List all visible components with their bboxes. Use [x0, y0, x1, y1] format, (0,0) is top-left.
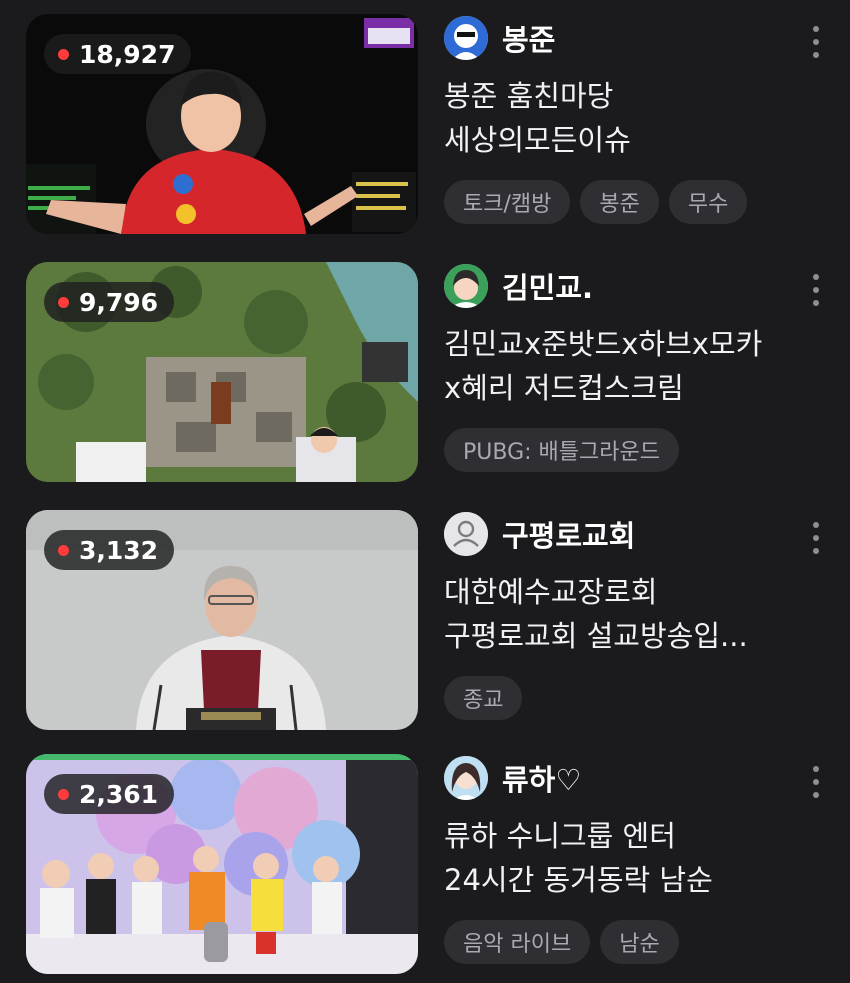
stream-meta: 봉준 봉준 훔친마당 세상의모든이슈 토크/캠방 봉준 무수 — [444, 12, 804, 224]
viewer-count-badge: 18,927 — [44, 34, 192, 74]
channel-row[interactable]: 봉준 — [444, 12, 804, 64]
viewer-count-badge: 9,796 — [44, 282, 175, 322]
avatar[interactable] — [444, 264, 488, 308]
category-tag[interactable]: 무수 — [668, 180, 748, 224]
live-dot-icon — [58, 544, 69, 556]
channel-row[interactable]: 구평로교회 — [444, 508, 804, 560]
tag-list: 토크/캠방 봉준 무수 — [444, 180, 804, 224]
tag-list: 종교 — [444, 676, 804, 720]
tag-list: PUBG: 배틀그라운드 — [444, 428, 804, 472]
stream-title-line: 대한예수교장로회 — [444, 575, 658, 609]
live-stream-list: 18,927 봉준 봉준 훔친마당 세상의모든이슈 토크/캠방 봉준 무수 9,… — [0, 0, 850, 983]
channel-name[interactable]: 구평로교회 — [502, 513, 635, 555]
viewer-count: 2,361 — [79, 779, 159, 809]
viewer-count: 3,132 — [79, 535, 159, 565]
category-tag[interactable]: 음악 라이브 — [444, 920, 591, 964]
stream-title-line: 김민교x준밧드x하브x모카 — [444, 327, 763, 361]
viewer-count-badge: 3,132 — [44, 530, 175, 570]
avatar[interactable] — [444, 16, 488, 60]
channel-name[interactable]: 봉준 — [502, 17, 555, 59]
stream-title-line: 봉준 훔친마당 — [444, 79, 614, 113]
stream-title[interactable]: 류하 수니그룹 엔터 24시간 동거동락 남순 — [444, 814, 794, 902]
stream-card[interactable]: 3,132 구평로교회 대한예수교장로회 구평로교회 설교방송입... 종교 — [0, 508, 850, 733]
stream-title-line: 세상의모든이슈 — [444, 123, 631, 157]
avatar[interactable] — [444, 756, 488, 800]
more-vertical-icon[interactable] — [806, 518, 826, 558]
stream-title-line: 류하 수니그룹 엔터 — [444, 819, 676, 853]
stream-title[interactable]: 봉준 훔친마당 세상의모든이슈 — [444, 74, 794, 162]
stream-title-line: 24시간 동거동락 남순 — [444, 863, 713, 897]
stream-thumbnail[interactable]: 18,927 — [26, 14, 418, 234]
stream-title-line: x혜리 저드컵스크림 — [444, 371, 684, 405]
stream-title-line: 구평로교회 설교방송입... — [444, 619, 748, 653]
stream-thumbnail[interactable]: 9,796 — [26, 262, 418, 482]
stream-card[interactable]: 18,927 봉준 봉준 훔친마당 세상의모든이슈 토크/캠방 봉준 무수 — [0, 12, 850, 237]
avatar-image — [444, 264, 488, 308]
stream-meta: 류하♡ 류하 수니그룹 엔터 24시간 동거동락 남순 음악 라이브 남순 — [444, 752, 804, 964]
category-tag[interactable]: 토크/캠방 — [444, 180, 571, 224]
category-tag[interactable]: 남순 — [600, 920, 679, 964]
channel-row[interactable]: 류하♡ — [444, 752, 804, 804]
stream-card[interactable]: 2,361 류하♡ 류하 수니그룹 엔터 24시간 동거동락 남순 음악 라이브… — [0, 752, 850, 977]
more-vertical-icon[interactable] — [806, 22, 826, 62]
category-tag[interactable]: PUBG: 배틀그라운드 — [444, 428, 679, 472]
more-vertical-icon[interactable] — [806, 762, 826, 802]
viewer-count: 18,927 — [79, 39, 176, 69]
tag-list: 음악 라이브 남순 — [444, 920, 804, 964]
avatar[interactable] — [444, 512, 488, 556]
live-dot-icon — [58, 296, 69, 308]
channel-row[interactable]: 김민교. — [444, 260, 804, 312]
live-dot-icon — [58, 48, 69, 60]
stream-meta: 김민교. 김민교x준밧드x하브x모카 x혜리 저드컵스크림 PUBG: 배틀그라… — [444, 260, 804, 472]
channel-name[interactable]: 김민교. — [502, 265, 593, 307]
viewer-count-badge: 2,361 — [44, 774, 175, 814]
stream-thumbnail[interactable]: 3,132 — [26, 510, 418, 730]
avatar-image — [444, 16, 488, 60]
avatar-image — [444, 756, 488, 800]
more-vertical-icon[interactable] — [806, 270, 826, 310]
stream-title[interactable]: 대한예수교장로회 구평로교회 설교방송입... — [444, 570, 794, 658]
channel-name[interactable]: 류하♡ — [502, 757, 581, 799]
person-placeholder-icon — [444, 512, 488, 556]
category-tag[interactable]: 봉준 — [580, 180, 659, 224]
stream-card[interactable]: 9,796 김민교. 김민교x준밧드x하브x모카 x혜리 저드컵스크림 PUBG… — [0, 260, 850, 485]
category-tag[interactable]: 종교 — [444, 676, 523, 720]
live-dot-icon — [58, 788, 69, 800]
stream-thumbnail[interactable]: 2,361 — [26, 754, 418, 974]
viewer-count: 9,796 — [79, 287, 159, 317]
stream-meta: 구평로교회 대한예수교장로회 구평로교회 설교방송입... 종교 — [444, 508, 804, 720]
stream-title[interactable]: 김민교x준밧드x하브x모카 x혜리 저드컵스크림 — [444, 322, 794, 410]
